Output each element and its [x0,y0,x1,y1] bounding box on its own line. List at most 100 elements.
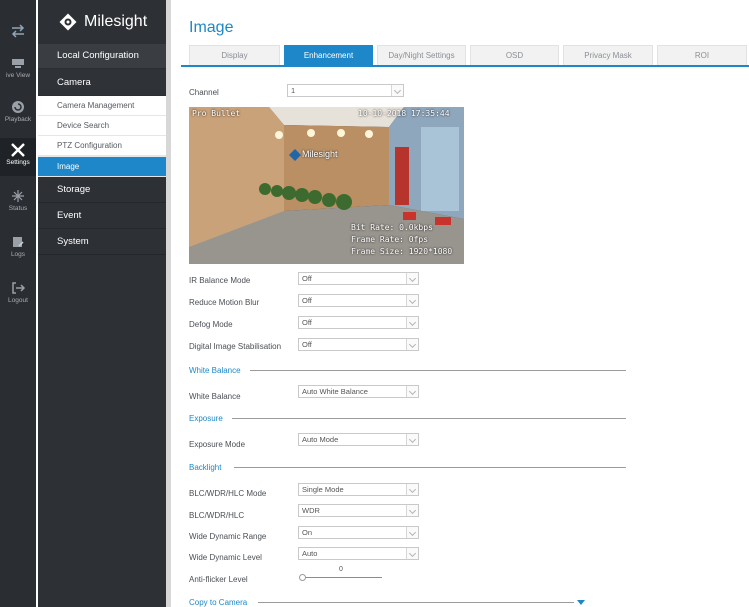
exposure-mode-value: Auto Mode [302,435,339,444]
reduce-motion-blur-value: Off [302,296,312,305]
menu-system[interactable]: System [38,229,166,255]
defog-mode-select[interactable]: Off [298,316,419,329]
backlight-section-title: Backlight [189,463,222,472]
rail-logs[interactable]: Logs [0,235,36,259]
settings-tools-icon [11,143,25,157]
tab-underline [181,65,749,67]
digital-image-stabilisation-select[interactable]: Off [298,338,419,351]
rail-live-view[interactable]: ive View [0,56,36,80]
tab-day-night-settings[interactable]: Day/Night Settings [377,45,466,66]
tab-bar: Display Enhancement Day/Night Settings O… [189,45,749,66]
menu-device-search[interactable]: Device Search [38,116,166,136]
rail-label: Playback [4,116,32,123]
rail-status[interactable]: Status [0,189,36,213]
osd-timestamp: 10-10-2018 17:35:44 [358,109,450,118]
tab-enhancement[interactable]: Enhancement [284,45,373,66]
menu-event[interactable]: Event [38,203,166,229]
side-menu: Milesight Local Configuration Camera Cam… [38,0,166,607]
osd-frame-rate: Frame Rate: 0fps [351,235,429,244]
tab-roi[interactable]: ROI [657,45,747,66]
wide-dynamic-level-value: Auto [302,549,318,558]
tab-display[interactable]: Display [189,45,280,66]
wide-dynamic-range-value: On [302,528,313,537]
copy-to-camera-section-title[interactable]: Copy to Camera [189,598,247,607]
status-icon [12,190,24,202]
menu-ptz-configuration[interactable]: PTZ Configuration [38,136,166,156]
milesight-logo-icon [59,13,77,31]
rail-label: ive View [5,72,31,79]
digital-image-stabilisation-value: Off [302,340,312,349]
chevron-down-icon [406,527,418,538]
menu-camera-management[interactable]: Camera Management [38,96,166,116]
rail-playback[interactable]: Playback [0,100,36,124]
menu-camera[interactable]: Camera [38,69,166,96]
channel-label: Channel [189,88,219,97]
menu-image[interactable]: Image [38,157,166,177]
rail-swap[interactable] [0,24,36,40]
ir-balance-mode-select[interactable]: Off [298,272,419,285]
blc-wdr-hlc-select[interactable]: WDR [298,504,419,517]
chevron-down-icon [406,273,418,284]
anti-flicker-value: 0 [339,566,343,573]
chevron-down-icon [406,484,418,495]
white-balance-select[interactable]: Auto White Balance [298,385,419,398]
blc-wdr-hlc-label: BLC/WDR/HLC [189,511,245,520]
playback-icon [12,101,24,113]
chevron-down-icon [391,85,403,96]
white-balance-section-title: White Balance [189,366,241,375]
rail-label: Settings [6,159,30,166]
chevron-down-icon [406,386,418,397]
expand-triangle-icon[interactable] [577,600,585,605]
chevron-down-icon [406,317,418,328]
chevron-down-icon [406,339,418,350]
brand-name: Milesight [84,13,148,30]
blc-wdr-hlc-mode-value: Single Mode [302,485,344,494]
anti-flicker-slider-handle[interactable] [299,574,306,581]
chevron-down-icon [406,434,418,445]
wide-dynamic-range-select[interactable]: On [298,526,419,539]
exposure-mode-label: Exposure Mode [189,440,246,449]
osd-camera-name: Pro Bullet [192,109,241,118]
wall-logo-text: Milesight [302,149,338,159]
menu-storage[interactable]: Storage [38,177,166,203]
exposure-mode-select[interactable]: Auto Mode [298,433,419,446]
page-title: Image [189,19,234,36]
anti-flicker-level-label: Anti-flicker Level [189,575,248,584]
channel-select[interactable]: 1 [287,84,404,97]
rail-label: Status [8,205,28,212]
exposure-section-title: Exposure [189,414,223,423]
tab-privacy-mask[interactable]: Privacy Mask [563,45,653,66]
osd-frame-size: Frame Size: 1920*1080 [351,247,453,256]
reduce-motion-blur-select[interactable]: Off [298,294,419,307]
live-view-icon [12,59,24,68]
rail-settings[interactable]: Settings [0,138,36,176]
ir-balance-mode-label: IR Balance Mode [189,276,251,285]
tab-osd[interactable]: OSD [470,45,559,66]
anti-flicker-slider-track[interactable] [302,577,382,578]
osd-bit-rate: Bit Rate: 0.0kbps [351,223,433,232]
section-divider [250,370,626,371]
section-divider [258,602,574,603]
rail-label: Logout [8,297,28,304]
wide-dynamic-range-label: Wide Dynamic Range [189,532,267,541]
digital-image-stabilisation-label: Digital Image Stabilisation [189,342,282,351]
rail-label: Logs [10,251,26,258]
app-window: ive View Playback Settings Status Logs L… [0,0,749,607]
rail-logout[interactable]: Logout [0,281,36,305]
blc-wdr-hlc-mode-label: BLC/WDR/HLC Mode [189,489,267,498]
white-balance-label: White Balance [189,392,241,401]
menu-background [38,254,166,607]
ir-balance-mode-value: Off [302,274,312,283]
logs-icon [13,237,24,247]
blc-wdr-hlc-mode-select[interactable]: Single Mode [298,483,419,496]
panel-divider [166,0,171,607]
section-divider [232,418,626,419]
defog-mode-label: Defog Mode [189,320,233,329]
wide-dynamic-level-select[interactable]: Auto [298,547,419,560]
menu-local-configuration[interactable]: Local Configuration [38,44,166,69]
chevron-down-icon [406,548,418,559]
video-preview[interactable]: Pro Bullet 10-10-2018 17:35:44 Milesight… [189,107,464,264]
section-divider [234,467,626,468]
icon-rail: ive View Playback Settings Status Logs L… [0,0,36,607]
blc-wdr-hlc-value: WDR [302,506,320,515]
